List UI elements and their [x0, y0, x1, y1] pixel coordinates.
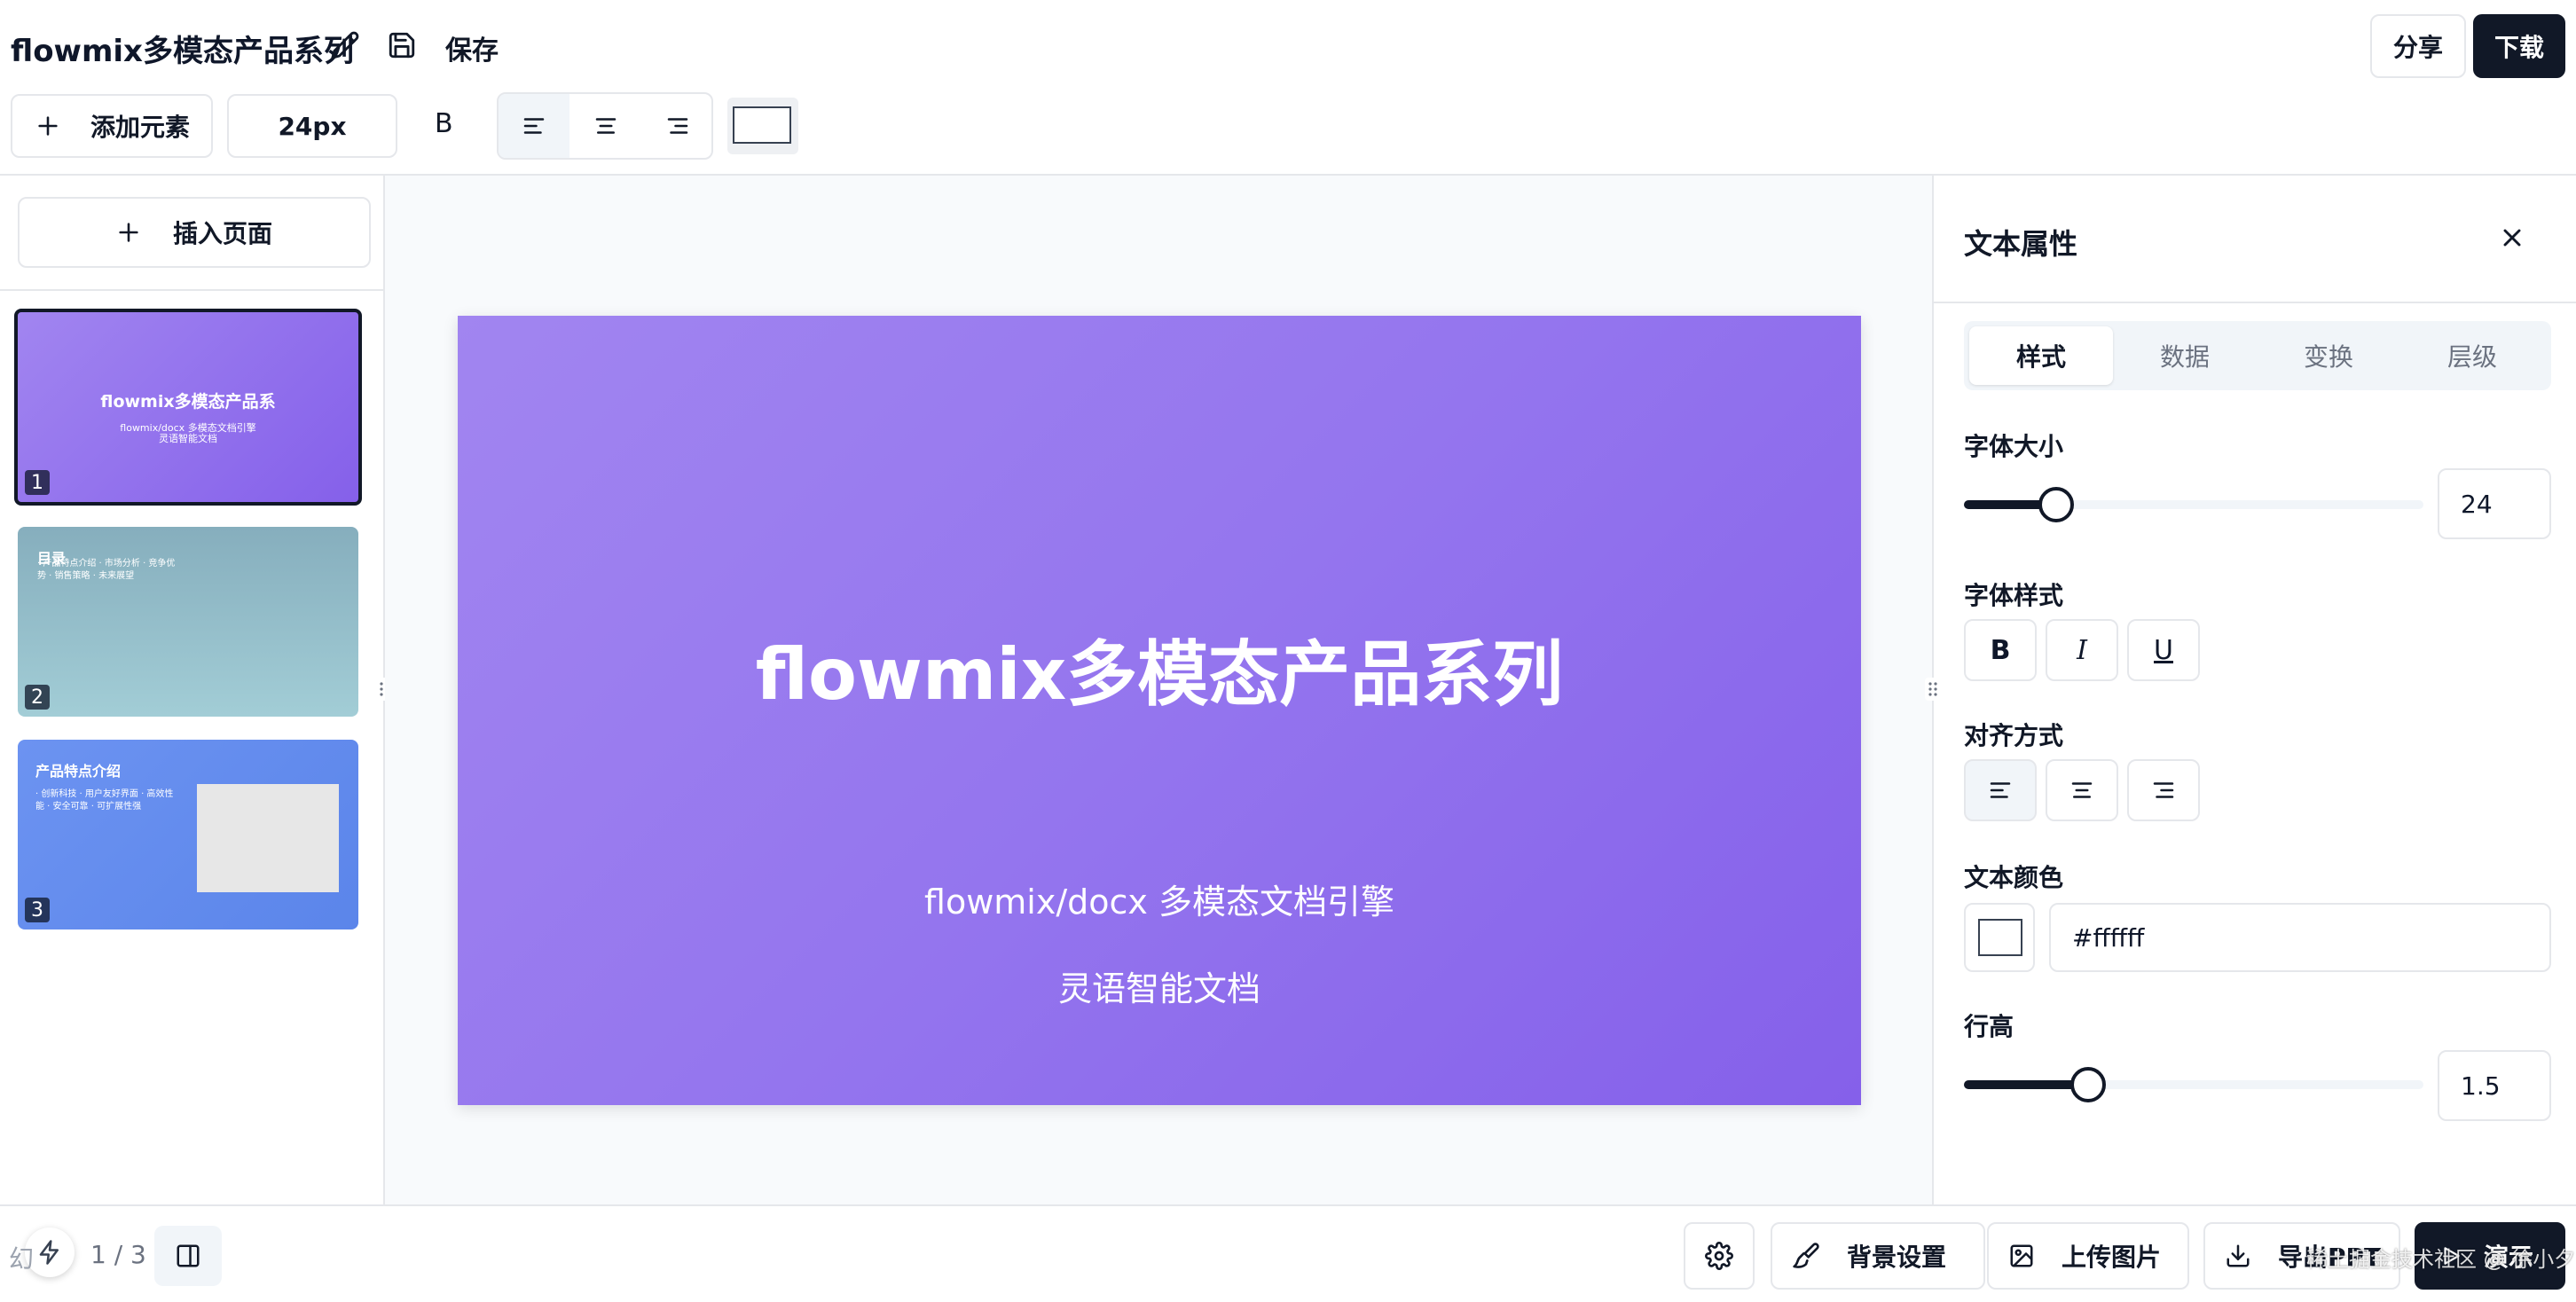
page-indicator: 1 / 3	[90, 1240, 146, 1269]
slide-number: 2	[25, 685, 50, 710]
bold-toggle[interactable]: B	[435, 108, 453, 139]
background-settings-label: 背景设置	[1847, 1243, 1947, 1272]
align-left-button[interactable]	[499, 94, 569, 158]
resize-handle-right-icon[interactable]	[1925, 678, 1941, 701]
font-style-label: 字体样式	[1964, 581, 2064, 610]
plus-icon	[35, 114, 60, 138]
watermark: 稀土掘金技术社区 @ 徐小夕	[2306, 1247, 2576, 1272]
bold-button[interactable]: B	[1964, 619, 2037, 681]
panel-tabs: 样式 数据 变换 层级	[1964, 321, 2551, 390]
edit-title-icon[interactable]	[330, 30, 360, 60]
close-icon[interactable]	[2498, 224, 2526, 252]
slide-title[interactable]: flowmix多模态产品系列	[458, 617, 1861, 720]
slide-thumbnail-3[interactable]: 产品特点介绍 · 创新科技 · 用户友好界面 · 高效性 能 · 安全可靠 · …	[18, 740, 358, 929]
background-settings-button[interactable]: 背景设置	[1771, 1222, 1985, 1290]
bottom-divider	[0, 1204, 2576, 1206]
thumb-subtitle-2: 灵语智能文档	[159, 433, 217, 444]
share-button[interactable]: 分享	[2370, 14, 2466, 78]
underline-button[interactable]: U	[2127, 619, 2200, 681]
slide-subtitle[interactable]: flowmix/docx 多模态文档引擎	[458, 875, 1861, 923]
slide-canvas[interactable]: flowmix多模态产品系列 flowmix/docx 多模态文档引擎 灵语智能…	[458, 316, 1861, 1105]
slider-thumb[interactable]	[2038, 487, 2074, 522]
settings-button[interactable]	[1684, 1222, 1755, 1290]
font-size-label: 字体大小	[1964, 432, 2064, 461]
slide-subtitle-2[interactable]: 灵语智能文档	[458, 961, 1861, 1010]
font-size-input[interactable]: 24px	[227, 94, 397, 158]
add-element-label: 添加元素	[90, 113, 191, 142]
slider-fill	[1964, 1080, 2088, 1089]
align-label: 对齐方式	[1964, 721, 2064, 750]
panel-title: 文本属性	[1964, 227, 2078, 261]
download-button[interactable]: 下载	[2473, 14, 2565, 78]
panel-align-center-button[interactable]	[2046, 759, 2118, 821]
insert-page-label: 插入页面	[172, 219, 272, 248]
slide-number: 3	[25, 898, 50, 922]
line-height-label: 行高	[1964, 1012, 2014, 1041]
download-icon	[2225, 1243, 2251, 1269]
upload-image-button[interactable]: 上传图片	[1987, 1222, 2189, 1290]
font-size-field[interactable]: 24	[2438, 468, 2551, 539]
upload-image-label: 上传图片	[2062, 1243, 2162, 1272]
text-color-swatch[interactable]	[727, 98, 798, 154]
thumb-line-2: 能 · 安全可靠 · 可扩展性强	[35, 802, 142, 812]
color-picker-swatch[interactable]	[1964, 903, 2035, 972]
gear-icon	[1705, 1242, 1733, 1270]
sidebar-divider	[0, 289, 383, 291]
thumb-line-2: 势 · 销售策略 · 未来展望	[37, 571, 135, 581]
panel-header-divider	[1934, 302, 2576, 303]
bold-icon: B	[1990, 634, 2011, 666]
tab-data[interactable]: 数据	[2113, 326, 2257, 385]
font-size-slider[interactable]	[1964, 487, 2423, 522]
page-prefix: 幻	[9, 1244, 35, 1274]
tab-style[interactable]: 样式	[1969, 326, 2113, 385]
italic-icon: I	[2077, 634, 2087, 666]
image-icon	[2008, 1243, 2035, 1269]
tab-layer[interactable]: 层级	[2400, 326, 2544, 385]
thumb-image-placeholder	[197, 784, 339, 892]
color-swatch-inner	[1978, 919, 2022, 956]
color-swatch-inner	[733, 106, 791, 144]
panel-align-right-button[interactable]	[2127, 759, 2200, 821]
slide-thumbnail-2[interactable]: 目录 · 产品特点介绍 · 市场分析 · 竞争优 势 · 销售策略 · 未来展望…	[18, 527, 358, 717]
toggle-panel-icon[interactable]	[154, 1226, 222, 1286]
align-group	[497, 92, 713, 160]
align-right-button[interactable]	[642, 94, 713, 158]
text-color-label: 文本颜色	[1964, 863, 2064, 892]
underline-icon: U	[2154, 634, 2173, 666]
app-title: flowmix多模态产品系列	[11, 34, 354, 69]
slide-thumbnail-1[interactable]: flowmix多模态产品系 flowmix/docx 多模态文档引擎 灵语智能文…	[14, 309, 362, 506]
paintbrush-icon	[1792, 1242, 1820, 1270]
slide-number: 1	[25, 470, 50, 495]
thumb-title: 产品特点介绍	[35, 763, 122, 780]
line-height-field[interactable]: 1.5	[2438, 1050, 2551, 1121]
slider-thumb[interactable]	[2069, 1067, 2106, 1102]
thumb-title: flowmix多模态产品系	[100, 392, 276, 412]
color-hex-field[interactable]: #ffffff	[2049, 903, 2551, 972]
plus-icon	[116, 220, 141, 245]
save-icon[interactable]	[387, 30, 417, 60]
save-button[interactable]: 保存	[445, 28, 499, 67]
insert-page-button[interactable]: 插入页面	[18, 197, 371, 268]
panel-align-left-button[interactable]	[1964, 759, 2037, 821]
add-element-button[interactable]: 添加元素	[11, 94, 213, 158]
align-center-button[interactable]	[569, 94, 642, 158]
line-height-slider[interactable]	[1964, 1067, 2423, 1102]
thumb-line: · 创新科技 · 用户友好界面 · 高效性	[35, 789, 174, 799]
tab-transform[interactable]: 变换	[2257, 326, 2400, 385]
thumb-line: · 产品特点介绍 · 市场分析 · 竞争优	[37, 559, 176, 569]
italic-button[interactable]: I	[2046, 619, 2118, 681]
